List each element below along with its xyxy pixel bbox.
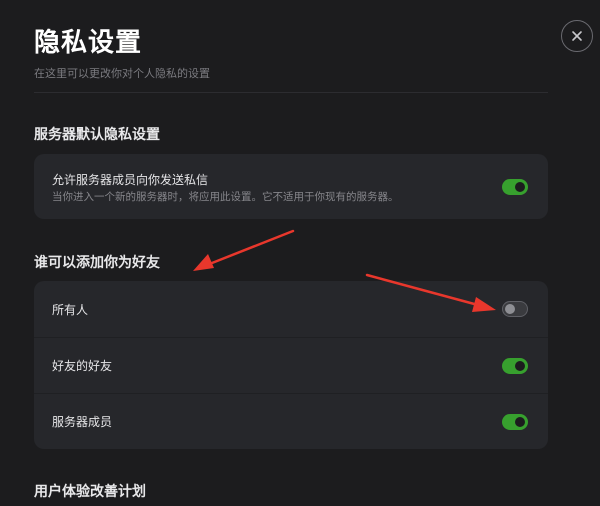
- friend-requests-card: 所有人 好友的好友 服务器成员: [34, 281, 548, 449]
- setting-row-everyone: 所有人: [34, 281, 548, 337]
- toggle-allow-dm[interactable]: [502, 178, 528, 195]
- toggle-knob: [515, 181, 525, 192]
- close-button[interactable]: [561, 20, 593, 52]
- toggle-knob: [505, 303, 515, 314]
- setting-description-allow-dm: 当你进入一个新的服务器时，将应用此设置。它不适用于你现有的服务器。: [52, 191, 399, 203]
- section-title-server-privacy: 服务器默认隐私设置: [34, 127, 160, 143]
- toggle-everyone[interactable]: [502, 301, 528, 317]
- setting-row-friends-of-friends: 好友的好友: [34, 337, 548, 393]
- page-title: 隐私设置: [34, 28, 143, 58]
- close-icon: [572, 31, 582, 41]
- toggle-knob: [515, 360, 525, 371]
- setting-label-allow-dm: 允许服务器成员向你发送私信: [52, 173, 209, 187]
- setting-label-server-members: 服务器成员: [52, 415, 113, 429]
- page-subtitle: 在这里可以更改你对个人隐私的设置: [34, 67, 210, 80]
- setting-row-server-members: 服务器成员: [34, 393, 548, 449]
- setting-label-friends-of-friends: 好友的好友: [52, 359, 113, 373]
- annotation-arrow-left: [193, 229, 295, 271]
- section-title-ux-program: 用户体验改善计划: [34, 484, 146, 500]
- toggle-friends-of-friends[interactable]: [502, 357, 528, 374]
- setting-row-allow-dm: 允许服务器成员向你发送私信 当你进入一个新的服务器时，将应用此设置。它不适用于你…: [34, 154, 548, 219]
- server-privacy-card: 允许服务器成员向你发送私信 当你进入一个新的服务器时，将应用此设置。它不适用于你…: [34, 154, 548, 219]
- toggle-server-members[interactable]: [502, 413, 528, 430]
- setting-label-everyone: 所有人: [52, 302, 89, 317]
- toggle-knob: [515, 416, 525, 427]
- header-divider: [34, 92, 548, 93]
- section-title-friend-requests: 谁可以添加你为好友: [34, 255, 160, 271]
